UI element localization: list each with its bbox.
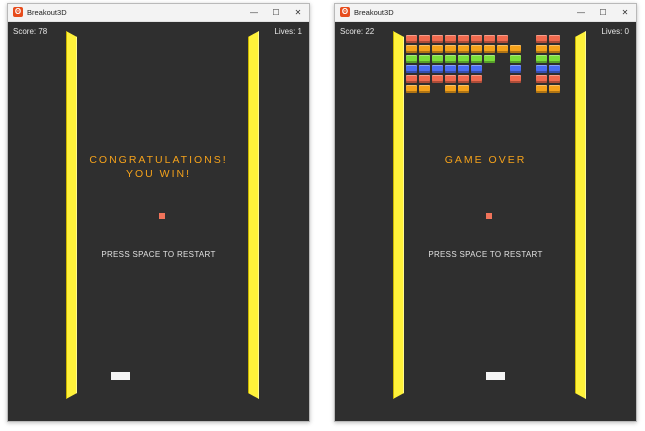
- brick: [549, 35, 560, 43]
- paddle: [111, 372, 130, 380]
- brick: [419, 35, 430, 43]
- brick: [406, 75, 417, 83]
- brick: [471, 75, 482, 83]
- ball: [486, 213, 492, 219]
- lives-display: Lives: 1: [274, 27, 302, 36]
- score-label: Score:: [340, 27, 364, 36]
- paddle: [486, 372, 505, 380]
- win-message: CONGRATULATIONS! YOU WIN!: [8, 153, 309, 181]
- title-bar[interactable]: ʘ Breakout3D — ☐ ✕: [8, 4, 309, 22]
- brick: [445, 75, 456, 83]
- score-value: 78: [38, 27, 48, 36]
- minimize-button[interactable]: —: [570, 4, 592, 21]
- brick: [458, 85, 469, 93]
- right-wall: [248, 31, 259, 399]
- brick: [419, 65, 430, 73]
- brick: [549, 55, 560, 63]
- game-window-win[interactable]: ʘ Breakout3D — ☐ ✕ Score: 78 Lives: 1 CO…: [7, 3, 310, 422]
- brick: [549, 75, 560, 83]
- close-button[interactable]: ✕: [614, 4, 636, 21]
- win-message-line2: YOU WIN!: [126, 168, 191, 180]
- brick: [471, 35, 482, 43]
- brick: [445, 85, 456, 93]
- window-title: Breakout3D: [354, 8, 394, 17]
- game-canvas[interactable]: Score: 78 Lives: 1 CONGRATULATIONS! YOU …: [8, 22, 309, 421]
- brick: [536, 75, 547, 83]
- score-value: 22: [365, 27, 375, 36]
- brick: [536, 65, 547, 73]
- score-display: Score: 22: [340, 27, 374, 36]
- title-bar[interactable]: ʘ Breakout3D — ☐ ✕: [335, 4, 636, 22]
- brick: [432, 35, 443, 43]
- brick: [484, 55, 495, 63]
- brick: [471, 65, 482, 73]
- brick: [497, 45, 508, 53]
- left-wall: [66, 31, 77, 399]
- brick: [406, 55, 417, 63]
- brick: [445, 45, 456, 53]
- brick: [445, 35, 456, 43]
- brick: [549, 65, 560, 73]
- brick: [458, 65, 469, 73]
- brick: [432, 75, 443, 83]
- brick: [432, 45, 443, 53]
- score-label: Score:: [13, 27, 37, 36]
- game-over-message: GAME OVER: [335, 153, 636, 167]
- window-title: Breakout3D: [27, 8, 67, 17]
- brick: [432, 55, 443, 63]
- brick: [510, 55, 521, 63]
- lives-display: Lives: 0: [601, 27, 629, 36]
- brick: [536, 55, 547, 63]
- brick: [406, 65, 417, 73]
- brick: [510, 45, 521, 53]
- brick: [458, 35, 469, 43]
- maximize-button[interactable]: ☐: [265, 4, 287, 21]
- brick: [406, 45, 417, 53]
- brick: [458, 75, 469, 83]
- score-display: Score: 78: [13, 27, 47, 36]
- lives-value: 1: [297, 27, 302, 36]
- restart-prompt: PRESS SPACE TO RESTART: [428, 250, 543, 259]
- brick: [497, 35, 508, 43]
- game-canvas[interactable]: Score: 22 Lives: 0 GAME OVER PRESS SPACE…: [335, 22, 636, 421]
- game-over-line1: GAME OVER: [444, 154, 527, 166]
- ball: [159, 213, 165, 219]
- brick: [536, 45, 547, 53]
- brick: [458, 55, 469, 63]
- minimize-button[interactable]: —: [243, 4, 265, 21]
- brick: [510, 65, 521, 73]
- brick: [549, 85, 560, 93]
- app-icon: ʘ: [340, 7, 350, 17]
- brick: [432, 65, 443, 73]
- brick: [419, 75, 430, 83]
- brick: [445, 65, 456, 73]
- brick: [471, 55, 482, 63]
- brick: [510, 75, 521, 83]
- left-wall: [393, 31, 404, 399]
- app-icon: ʘ: [13, 7, 23, 17]
- brick: [445, 55, 456, 63]
- close-button[interactable]: ✕: [287, 4, 309, 21]
- lives-label: Lives:: [274, 27, 296, 36]
- win-message-line1: CONGRATULATIONS!: [89, 154, 228, 166]
- lives-value: 0: [624, 27, 629, 36]
- brick: [419, 55, 430, 63]
- brick: [471, 45, 482, 53]
- brick: [484, 45, 495, 53]
- brick: [536, 35, 547, 43]
- lives-label: Lives:: [601, 27, 623, 36]
- brick: [406, 35, 417, 43]
- maximize-button[interactable]: ☐: [592, 4, 614, 21]
- brick: [419, 85, 430, 93]
- brick: [536, 85, 547, 93]
- brick: [549, 45, 560, 53]
- right-wall: [575, 31, 586, 399]
- brick: [419, 45, 430, 53]
- brick: [484, 35, 495, 43]
- brick: [406, 85, 417, 93]
- game-window-gameover[interactable]: ʘ Breakout3D — ☐ ✕ Score: 22 Lives: 0 GA…: [334, 3, 637, 422]
- restart-prompt: PRESS SPACE TO RESTART: [101, 250, 216, 259]
- brick: [458, 45, 469, 53]
